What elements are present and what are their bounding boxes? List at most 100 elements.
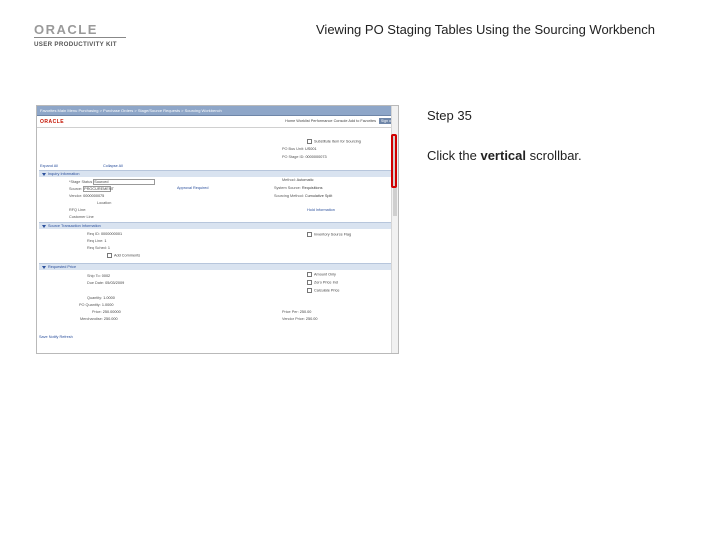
app-logo: ORACLE (40, 119, 65, 125)
approval-link[interactable]: Approval Required (177, 186, 208, 190)
method-row: Method: Automatic (282, 178, 313, 182)
merchandise-label: Merchandise: (80, 317, 103, 321)
oracle-brand: ORACLE (34, 22, 98, 37)
po-source-label: Source: (69, 187, 83, 191)
po-bu-value: US001 (305, 147, 317, 151)
instruction-emphasis: vertical (480, 148, 527, 163)
section-source-title: Source Transaction Information (48, 224, 101, 228)
location-row: Location (97, 201, 111, 205)
oracle-upk-logo: ORACLE USER PRODUCTIVITY KIT (34, 22, 126, 48)
nav-bar: Favorites Main Menu Purchasing > Purchas… (37, 106, 398, 116)
scrollbar-highlight[interactable] (391, 134, 397, 188)
vendor-price-label: Vendor Price: (282, 317, 305, 321)
hold-information-link[interactable]: Hold Information (307, 208, 335, 212)
quantity-label: Quantity: (87, 296, 103, 300)
section-requested-price[interactable]: Requested Price (39, 263, 394, 270)
merchandise-row: Merchandise: 250.000 (80, 317, 118, 321)
req-id-value: 0000000001 (100, 232, 123, 236)
merchandise-value: 250.000 (103, 317, 118, 321)
sourcing-method-label: Sourcing Method: (274, 194, 304, 198)
location-label: Location (97, 201, 112, 205)
stage-status-select[interactable]: Sourced (93, 179, 156, 185)
amount-only-checkbox[interactable] (307, 272, 312, 277)
customer-line-label: Customer Line (69, 215, 94, 219)
method-label: Method: (282, 178, 296, 182)
page-footer-links[interactable]: Save Notify Refresh (39, 335, 73, 339)
add-comments-row[interactable]: Add Comments (107, 253, 140, 258)
stage-status-label: *Stage Status (69, 180, 93, 184)
collapse-arrow-icon (42, 224, 46, 228)
system-source-value: Requisitions (301, 186, 323, 190)
sourcing-method-value: Cumulative Split (304, 194, 333, 198)
app-header-links[interactable]: Home Worklist Performance Console Add to… (285, 119, 376, 123)
customer-line-row: Customer Line (69, 215, 94, 219)
due-date-row: Due Date: 05/03/2009 (87, 281, 124, 285)
ship-to-value: 0002 (101, 274, 111, 278)
vendor-price-row: Vendor Price: 250.00 (282, 317, 317, 321)
req-line-row: Req Line: 1 (87, 239, 106, 243)
collapse-arrow-icon (42, 172, 46, 176)
expand-all-link[interactable]: Expand All (40, 164, 58, 168)
add-comments-label: Add Comments (114, 253, 141, 258)
stage-status-value: Sourced (94, 180, 109, 184)
app-header: ORACLE Home Worklist Performance Console… (37, 116, 398, 128)
req-sched-row: Req Sched: 1 (87, 246, 110, 250)
section-inquiry-title: Inquiry Information (48, 172, 80, 176)
section-source-transaction[interactable]: Source Transaction Information (39, 222, 394, 229)
po-bu-label: PO Bus Unit: (282, 147, 304, 151)
zero-price-checkbox[interactable] (307, 280, 312, 285)
step-instruction: Click the vertical scrollbar. (427, 148, 582, 163)
vendor-price-value: 250.00 (305, 317, 318, 321)
vendor-label: Vendor: (69, 194, 83, 198)
quantity-row: Quantity: 1.0000 (87, 296, 115, 300)
inventory-source-label: Inventory Source Flag (314, 232, 352, 237)
po-quantity-value: 1.0000 (101, 303, 114, 307)
collapse-arrow-icon (42, 265, 46, 269)
price-row: Price: 250.00000 (92, 310, 121, 314)
nav-breadcrumbs[interactable]: Favorites Main Menu Purchasing > Purchas… (40, 108, 222, 113)
stage-status-row: *Stage Status Sourced (69, 179, 156, 185)
substitute-checkbox[interactable] (307, 139, 312, 144)
collapse-all-link[interactable]: Collapse All (103, 164, 123, 168)
inventory-source-row[interactable]: Inventory Source Flag (307, 232, 351, 237)
quantity-value: 1.0000 (103, 296, 115, 300)
method-value: Automatic (296, 178, 314, 182)
upk-subtitle: USER PRODUCTIVITY KIT (34, 41, 117, 48)
zero-price-label: Zero Price Ind (314, 280, 338, 285)
due-date-label: Due Date: (87, 281, 105, 285)
po-stage-id-label: PO Stage ID: (282, 155, 305, 159)
amount-only-row[interactable]: Amount Only (307, 272, 336, 277)
price-per-label: Price Per: (282, 310, 299, 314)
zero-price-row[interactable]: Zero Price Ind (307, 280, 338, 285)
price-value: 250.00000 (102, 310, 121, 314)
req-sched-value: 1 (107, 246, 111, 250)
section-requested-title: Requested Price (48, 265, 77, 269)
substitute-label: Substitute Item for Sourcing (314, 139, 361, 144)
document-title: Viewing PO Staging Tables Using the Sour… (316, 22, 655, 37)
ship-to-row: Ship To: 0002 (87, 274, 110, 278)
req-line-label: Req Line: (87, 239, 104, 243)
section-inquiry[interactable]: Inquiry Information (39, 170, 394, 177)
po-source-row: Source: PROCUREMENT (69, 186, 114, 192)
vendor-value: 0000000075 (83, 194, 105, 198)
po-quantity-label: PO Quantity: (79, 303, 101, 307)
system-source-row: System Source: Requisitions (274, 186, 323, 190)
inventory-source-checkbox[interactable] (307, 232, 312, 237)
rfq-line-row: RFQ Line: (69, 208, 86, 212)
add-comments-checkbox[interactable] (107, 253, 112, 258)
calculate-price-row[interactable]: Calculate Price (307, 288, 340, 293)
step-number: Step 35 (427, 108, 472, 123)
due-date-value: 05/03/2009 (105, 281, 125, 285)
instruction-after: scrollbar. (526, 148, 582, 163)
req-id-row: Req ID: 0000000001 (87, 232, 122, 236)
po-source-value: PROCUREMENT (84, 187, 114, 191)
sourcing-method-row: Sourcing Method: Cumulative Split (274, 194, 332, 198)
substitute-item-row[interactable]: Substitute Item for Sourcing (307, 139, 361, 144)
calculate-price-label: Calculate Price (314, 288, 340, 293)
calculate-price-checkbox[interactable] (307, 288, 312, 293)
instruction-before: Click the (427, 148, 481, 163)
po-stage-id-row: PO Stage ID: 0000000073 (282, 155, 327, 159)
logo-rule (34, 37, 126, 38)
po-source-input[interactable]: PROCUREMENT (83, 186, 114, 192)
price-per-value: 250.00 (299, 310, 312, 314)
